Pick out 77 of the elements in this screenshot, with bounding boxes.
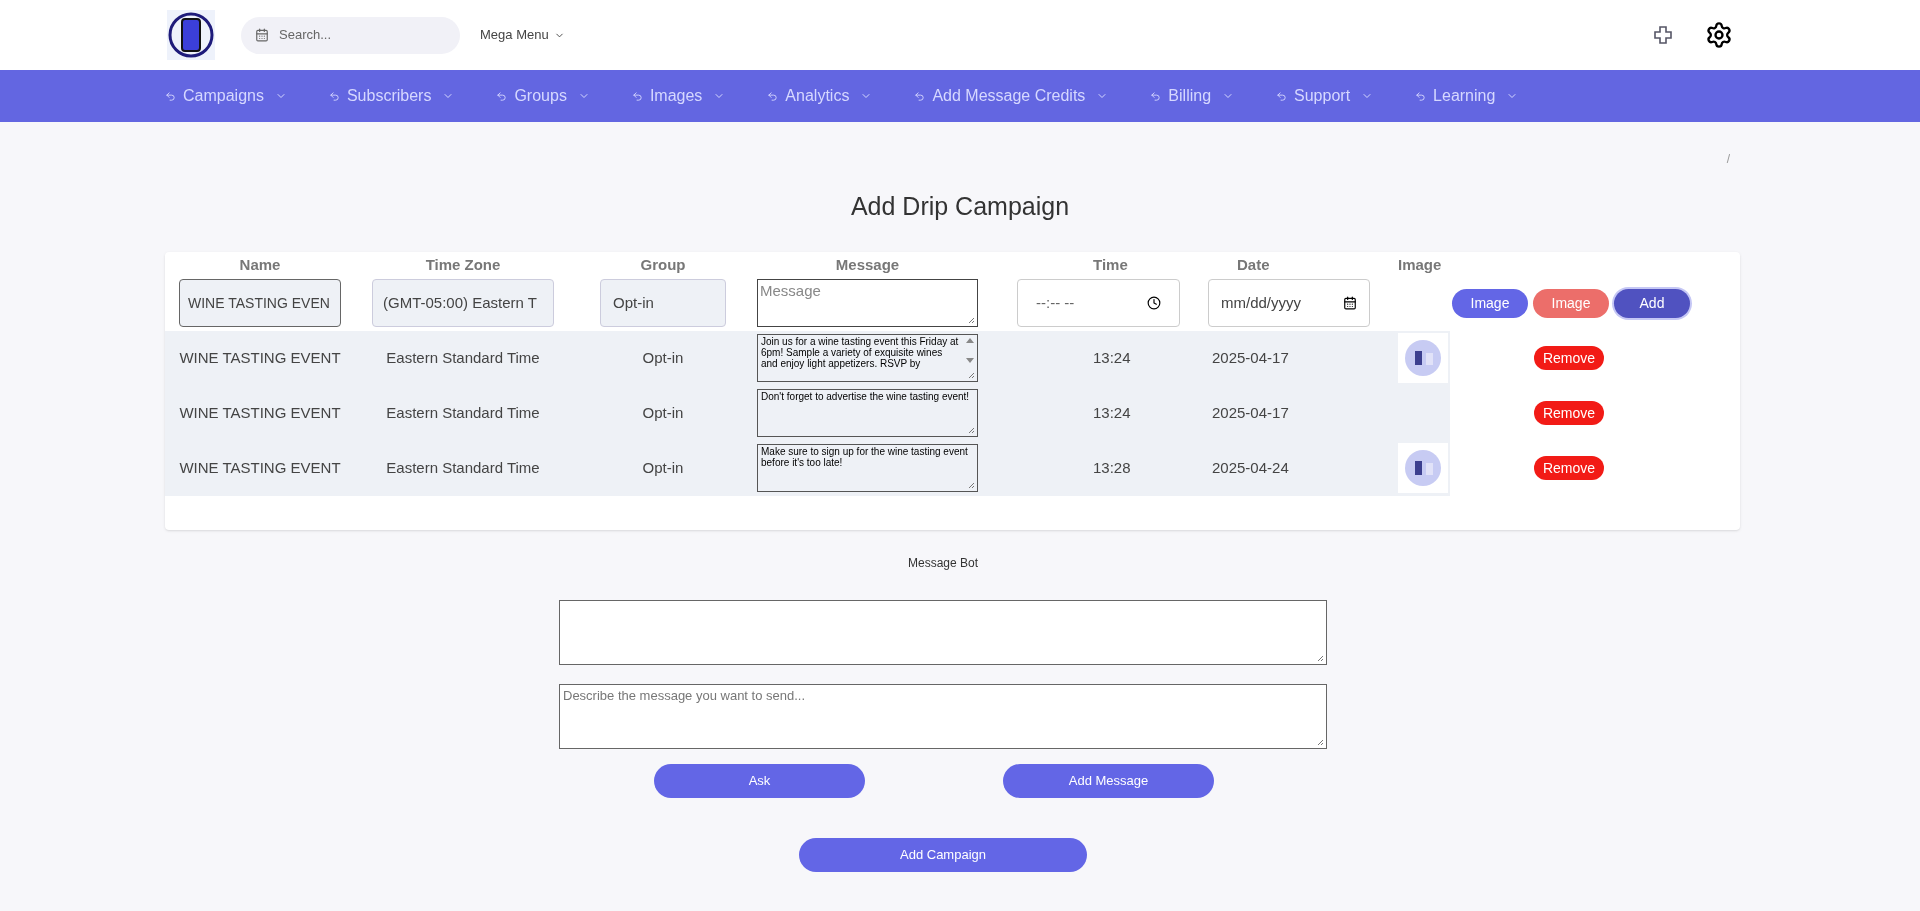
breadcrumb: / <box>1726 151 1730 168</box>
column-header: Time <box>1093 255 1128 273</box>
group-field[interactable]: Opt-in <box>600 279 726 327</box>
phone-logo-icon[interactable] <box>167 10 215 60</box>
table-cell: 13:28 <box>1093 458 1131 476</box>
add-message-button[interactable]: Add Message <box>1003 763 1214 798</box>
table-cell: Eastern Standard Time <box>386 458 540 476</box>
nav-item[interactable]: Campaigns <box>165 84 287 108</box>
calendar-icon <box>1343 296 1357 310</box>
remove-button[interactable]: Remove <box>1533 346 1605 370</box>
return-arrow-icon <box>165 90 176 102</box>
time-zone-select[interactable]: (GMT-05:00) Eastern T <box>372 279 554 327</box>
add-campaign-button[interactable]: Add Campaign <box>799 837 1087 872</box>
return-arrow-icon <box>1150 90 1162 102</box>
return-arrow-icon <box>767 90 779 102</box>
table-cell: Eastern Standard Time <box>386 348 540 366</box>
column-header: Time Zone <box>425 255 501 273</box>
nav-item[interactable]: Images <box>631 84 726 108</box>
remove-button[interactable]: Remove <box>1533 401 1605 425</box>
resize-grip-icon[interactable] <box>968 482 975 489</box>
table-cell: Eastern Standard Time <box>386 403 540 421</box>
nav-item[interactable]: Subscribers <box>328 84 455 108</box>
prompt-textarea[interactable]: Describe the message you want to send... <box>559 683 1327 749</box>
table-cell: 2025-04-17 <box>1212 348 1289 366</box>
image-button[interactable]: Image <box>1533 288 1609 318</box>
message-textarea[interactable]: Don't forget to advertise the wine tasting event! <box>757 389 978 437</box>
mega-menu[interactable]: Mega Menu <box>480 25 565 45</box>
time-input[interactable]: --:-- -- <box>1017 279 1180 327</box>
name-input[interactable]: WINE TASTING EVEN <box>179 279 341 327</box>
page-title: Add Drip Campaign <box>849 191 1071 222</box>
remove-button[interactable]: Remove <box>1533 456 1605 480</box>
section-label: Message Bot <box>907 555 978 570</box>
return-arrow-icon <box>1276 90 1288 102</box>
resize-grip-icon[interactable] <box>968 317 975 324</box>
column-header: Name <box>239 255 281 273</box>
table-cell: Opt-in <box>642 458 684 476</box>
ask-button[interactable]: Ask <box>654 763 865 798</box>
column-header: Message <box>835 255 900 273</box>
response-textarea[interactable] <box>559 599 1327 665</box>
nav-item[interactable]: Add Message Credits <box>914 84 1109 108</box>
nav-item[interactable]: Groups <box>496 84 590 108</box>
message-textarea[interactable]: Message <box>757 279 978 327</box>
return-arrow-icon <box>496 90 508 102</box>
resize-grip-icon[interactable] <box>968 427 975 434</box>
return-arrow-icon <box>914 90 926 102</box>
return-arrow-icon <box>328 90 340 102</box>
column-header: Group <box>640 255 686 273</box>
date-input[interactable]: mm/dd/yyyy <box>1208 279 1370 327</box>
column-header: Date <box>1237 255 1270 273</box>
table-cell: WINE TASTING EVENT <box>179 348 341 366</box>
table-cell: 13:24 <box>1093 348 1131 366</box>
table-cell: Opt-in <box>642 348 684 366</box>
add-button[interactable]: Add <box>1614 288 1690 318</box>
table-cell: 2025-04-17 <box>1212 403 1289 421</box>
image-button[interactable]: Image <box>1452 288 1528 318</box>
calendar-icon <box>255 28 269 42</box>
resize-grip-icon[interactable] <box>1317 654 1324 662</box>
plus-outline-icon[interactable] <box>1653 25 1673 45</box>
return-arrow-icon <box>631 90 643 102</box>
table-cell: WINE TASTING EVENT <box>179 458 341 476</box>
message-textarea[interactable]: Join us for a wine tasting event this Friday at 6pm! Sample a variety of exquisite wines and enjoy light appetizers. RSVP by <box>757 334 978 382</box>
resize-grip-icon[interactable] <box>1317 738 1324 746</box>
table-cell: 2025-04-24 <box>1212 458 1289 476</box>
nav-item[interactable]: Learning <box>1415 84 1519 108</box>
table-cell: Opt-in <box>642 403 684 421</box>
resize-grip-icon[interactable] <box>968 372 975 379</box>
nav-item[interactable]: Analytics <box>767 84 873 108</box>
table-cell: 13:24 <box>1093 403 1131 421</box>
table-cell: WINE TASTING EVENT <box>179 403 341 421</box>
nav-item[interactable]: Billing <box>1150 84 1235 108</box>
message-textarea[interactable]: Make sure to sign up for the wine tasting event before it's too late! <box>757 444 978 492</box>
nav-item[interactable]: Support <box>1276 84 1374 108</box>
column-header: Image <box>1398 255 1442 273</box>
return-arrow-icon <box>1415 90 1427 102</box>
clock-icon <box>1147 296 1161 310</box>
search-field[interactable]: Search... <box>241 16 460 54</box>
settings-icon[interactable] <box>1705 21 1733 49</box>
